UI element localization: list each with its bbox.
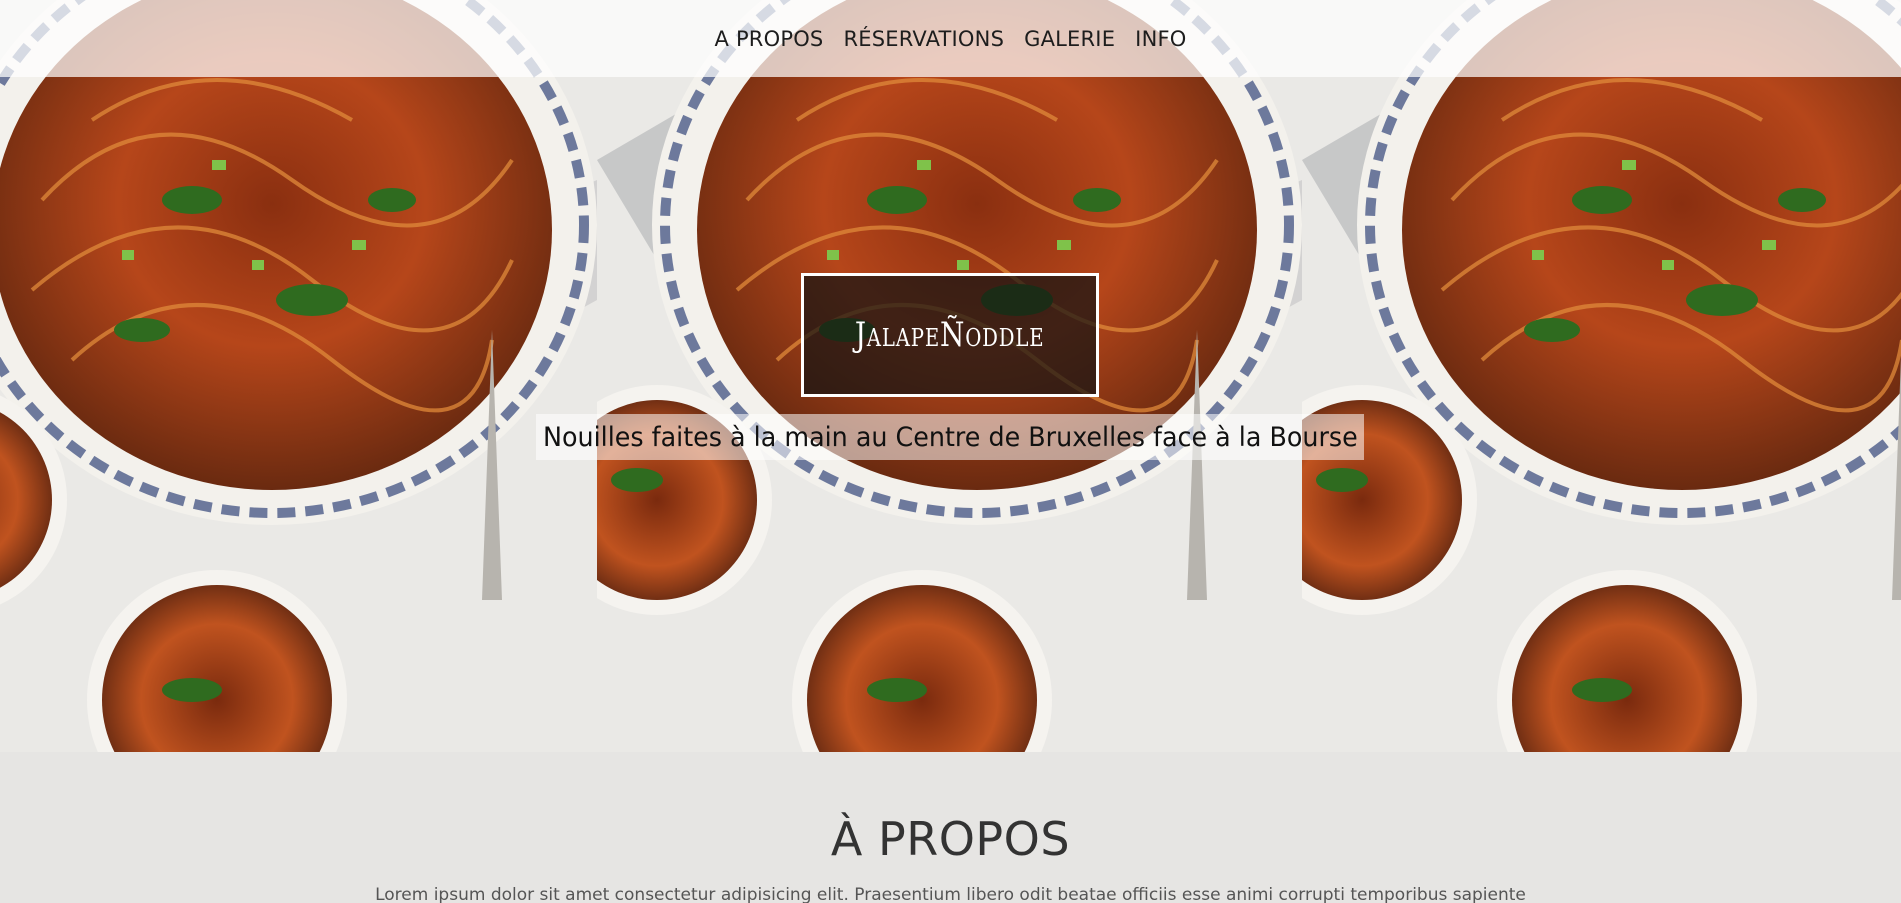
- hero-tagline: Nouilles faites à la main au Centre de B…: [536, 414, 1364, 460]
- brand-logo-box: JalapeÑoddle: [801, 273, 1099, 397]
- hero-background-image: [1302, 0, 1901, 752]
- about-title: À PROPOS: [830, 812, 1071, 866]
- noodle-bowl-photo-icon: [1302, 0, 1901, 752]
- noodle-bowl-photo-icon: [0, 0, 597, 752]
- main-navbar: A PROPOS RÉSERVATIONS GALERIE INFO: [0, 0, 1901, 77]
- about-section: À PROPOS Lorem ipsum dolor sit amet cons…: [0, 752, 1901, 903]
- nav-link-info[interactable]: INFO: [1135, 27, 1186, 51]
- nav-link-a-propos[interactable]: A PROPOS: [715, 27, 824, 51]
- brand-name: JalapeÑoddle: [855, 315, 1045, 355]
- hero-tagline-text: Nouilles faites à la main au Centre de B…: [542, 421, 1358, 453]
- hero-section: A PROPOS RÉSERVATIONS GALERIE INFO Jalap…: [0, 0, 1901, 752]
- nav-link-galerie[interactable]: GALERIE: [1024, 27, 1115, 51]
- hero-background-image: [0, 0, 597, 752]
- about-text: Lorem ipsum dolor sit amet consectetur a…: [375, 885, 1526, 903]
- nav-link-reservations[interactable]: RÉSERVATIONS: [843, 27, 1004, 51]
